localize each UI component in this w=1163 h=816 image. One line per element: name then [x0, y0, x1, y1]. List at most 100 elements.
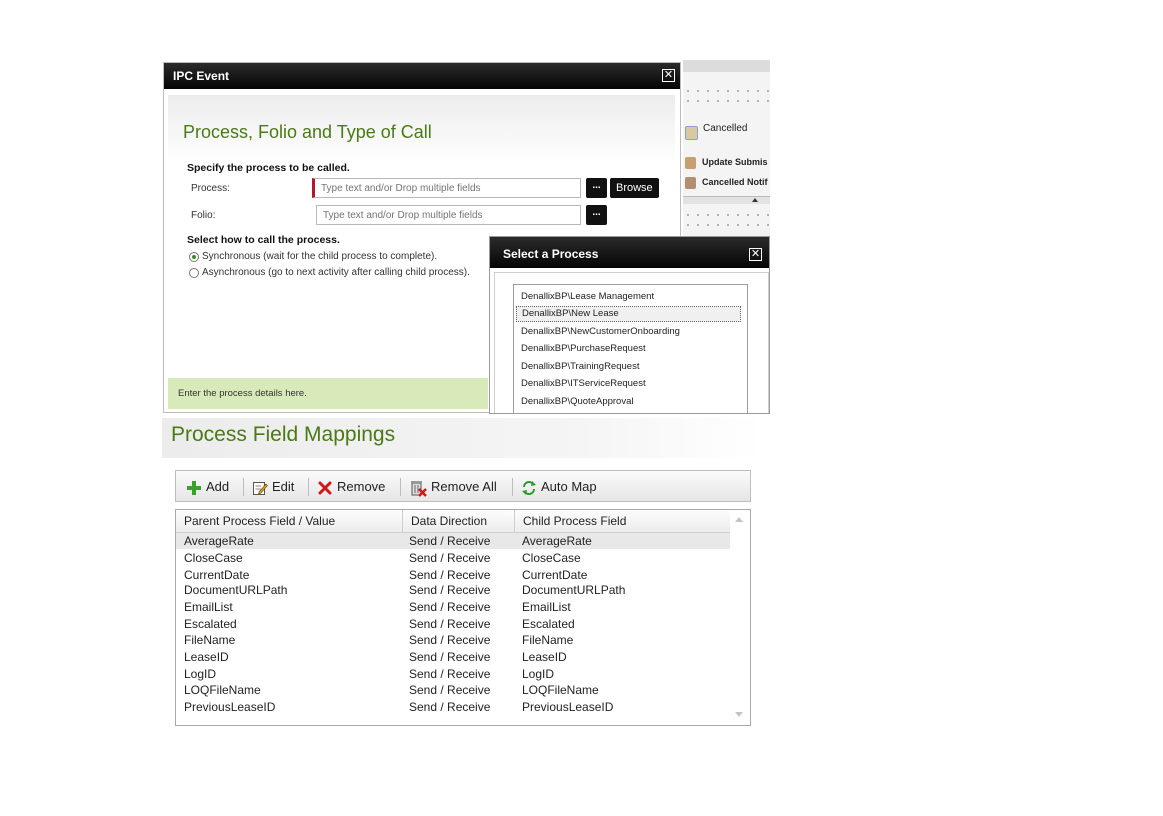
- child-field-cell: AverageRate: [522, 534, 592, 548]
- child-field-cell: LOQFileName: [522, 683, 599, 697]
- close-icon[interactable]: ✕: [749, 248, 762, 261]
- mappings-grid: Parent Process Field / Value Data Direct…: [175, 509, 751, 726]
- parent-field-cell: Escalated: [184, 617, 237, 631]
- parent-field-cell: CloseCase: [184, 551, 243, 565]
- chevron-up-icon[interactable]: [752, 198, 758, 202]
- table-row[interactable]: EmailList Send / Receive EmailList: [176, 599, 731, 615]
- browse-button[interactable]: Browse: [610, 178, 659, 198]
- dialog-title: IPC Event: [173, 69, 230, 83]
- auto-map-button[interactable]: Auto Map: [521, 477, 597, 497]
- process-list-item[interactable]: DenallixBP\Lease Management: [516, 289, 741, 305]
- direction-cell: Send / Receive: [409, 600, 491, 614]
- child-field-cell: EmailList: [522, 600, 571, 614]
- process-ellipsis-button[interactable]: ...: [586, 178, 607, 198]
- direction-cell: Send / Receive: [409, 568, 491, 582]
- event-icon: [685, 126, 698, 140]
- synchronous-radio[interactable]: [189, 252, 199, 262]
- direction-cell: Send / Receive: [409, 650, 491, 664]
- child-field-cell: PreviousLeaseID: [522, 700, 614, 714]
- toolbar-separator: [308, 478, 309, 496]
- dialog-titlebar[interactable]: Select a Process ✕: [490, 237, 769, 268]
- table-row[interactable]: PreviousLeaseID Send / Receive PreviousL…: [176, 699, 731, 715]
- child-field-cell: FileName: [522, 633, 574, 647]
- remove-button[interactable]: Remove: [317, 477, 385, 497]
- direction-cell: Send / Receive: [409, 667, 491, 681]
- mappings-toolbar: Add Edit Remove Remove All Auto Map: [175, 470, 751, 502]
- parent-field-cell: LogID: [184, 667, 217, 681]
- column-header-parent-field[interactable]: Parent Process Field / Value: [176, 510, 402, 532]
- process-list-item-selected[interactable]: DenallixBP\New Lease: [516, 306, 741, 322]
- table-row[interactable]: LeaseID Send / Receive LeaseID: [176, 649, 731, 665]
- designer-canvas: Cancelled Update Submis Cancelled Notif: [683, 60, 770, 240]
- edit-button[interactable]: Edit: [252, 477, 294, 497]
- refresh-icon: [522, 480, 536, 495]
- add-button[interactable]: Add: [186, 477, 229, 497]
- parent-field-cell: AverageRate: [184, 534, 254, 548]
- process-list-item[interactable]: DenallixBP\TrainingRequest: [516, 359, 741, 375]
- close-icon[interactable]: ✕: [662, 69, 675, 82]
- scroll-up-icon[interactable]: [735, 517, 743, 522]
- process-list-item[interactable]: DenallixBP\QuoteApproval: [516, 394, 741, 410]
- child-field-cell: CloseCase: [522, 551, 581, 565]
- child-field-cell: DocumentURLPath: [522, 583, 626, 597]
- synchronous-label[interactable]: Synchronous (wait for the child process …: [202, 251, 437, 262]
- remove-icon: [318, 481, 332, 495]
- select-process-dialog: Select a Process ✕ DenallixBP\Lease Mana…: [489, 236, 770, 414]
- canvas-item-cancelled-notification[interactable]: Cancelled Notif: [702, 177, 768, 187]
- dialog-titlebar[interactable]: IPC Event ✕: [164, 63, 680, 89]
- table-row[interactable]: Escalated Send / Receive Escalated: [176, 616, 731, 632]
- toolbar-separator: [400, 478, 401, 496]
- process-label: Process:: [191, 183, 230, 194]
- process-list-item[interactable]: DenallixBP\ITServiceRequest: [516, 376, 741, 392]
- child-field-cell: CurrentDate: [522, 568, 588, 582]
- parent-field-cell: LOQFileName: [184, 683, 261, 697]
- process-list-item[interactable]: DenallixBP\NewCustomerOnboarding: [516, 324, 741, 340]
- section-title: Process, Folio and Type of Call: [183, 122, 432, 142]
- specify-process-label: Specify the process to be called.: [187, 162, 350, 174]
- direction-cell: Send / Receive: [409, 700, 491, 714]
- process-input[interactable]: [312, 178, 581, 198]
- parent-field-cell: FileName: [184, 633, 236, 647]
- child-field-cell: LeaseID: [522, 650, 567, 664]
- folio-label: Folio:: [191, 210, 216, 221]
- table-row[interactable]: LogID Send / Receive LogID: [176, 666, 731, 682]
- child-field-cell: Escalated: [522, 617, 575, 631]
- table-row[interactable]: DocumentURLPath Send / Receive DocumentU…: [176, 582, 731, 598]
- canvas-item-update-submission[interactable]: Update Submis: [702, 157, 768, 167]
- grid-header: Parent Process Field / Value Data Direct…: [176, 510, 731, 533]
- canvas-grid: [683, 210, 770, 232]
- table-row[interactable]: LOQFileName Send / Receive LOQFileName: [176, 682, 731, 698]
- parent-field-cell: CurrentDate: [184, 568, 250, 582]
- add-icon: [187, 480, 201, 495]
- process-list-item[interactable]: DenallixBP\PurchaseRequest: [516, 341, 741, 357]
- child-field-cell: LogID: [522, 667, 555, 681]
- column-header-data-direction[interactable]: Data Direction: [402, 510, 514, 532]
- call-type-label: Select how to call the process.: [187, 234, 340, 246]
- canvas-item-cancelled[interactable]: Cancelled: [703, 123, 747, 134]
- table-row[interactable]: AverageRate Send / Receive AverageRate: [176, 533, 731, 549]
- scroll-down-icon[interactable]: [735, 712, 743, 717]
- direction-cell: Send / Receive: [409, 617, 491, 631]
- edit-icon: [253, 481, 268, 495]
- parent-field-cell: EmailList: [184, 600, 233, 614]
- folio-ellipsis-button[interactable]: ...: [586, 205, 607, 225]
- table-row[interactable]: FileName Send / Receive FileName: [176, 632, 731, 648]
- remove-all-button[interactable]: Remove All: [409, 477, 497, 497]
- event-icon: [685, 157, 696, 169]
- hint-bar: Enter the process details here.: [168, 378, 488, 409]
- grid-scrollbar[interactable]: [730, 510, 750, 725]
- asynchronous-radio[interactable]: [189, 268, 199, 278]
- column-header-child-field[interactable]: Child Process Field: [514, 510, 731, 532]
- parent-field-cell: PreviousLeaseID: [184, 700, 276, 714]
- parent-field-cell: DocumentURLPath: [184, 583, 288, 597]
- table-row[interactable]: CurrentDate Send / Receive CurrentDate: [176, 567, 731, 583]
- toolbar-separator: [512, 478, 513, 496]
- asynchronous-label[interactable]: Asynchronous (go to next activity after …: [202, 267, 470, 278]
- canvas-scroll-strip[interactable]: [683, 196, 770, 204]
- table-row[interactable]: CloseCase Send / Receive CloseCase: [176, 550, 731, 566]
- direction-cell: Send / Receive: [409, 551, 491, 565]
- field-mappings-header: Process Field Mappings: [162, 418, 763, 458]
- folio-input[interactable]: [316, 205, 581, 225]
- canvas-top-strip: [683, 60, 770, 72]
- process-list[interactable]: DenallixBP\Lease Management DenallixBP\N…: [513, 284, 748, 413]
